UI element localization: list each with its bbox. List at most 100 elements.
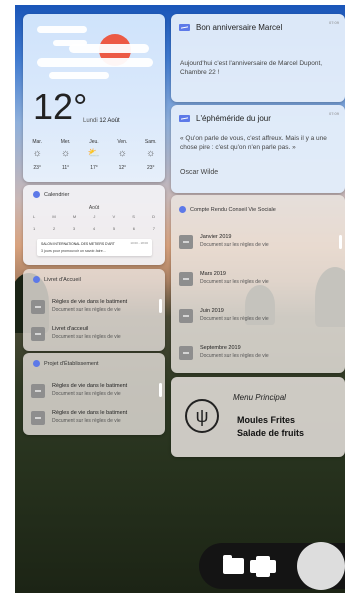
- forecast-day: Sam. ☼ 23°: [137, 139, 165, 171]
- calendar-month: Août: [88, 205, 100, 211]
- livret-accueil-widget[interactable]: Livret d'Accueil Règles de vie dans le b…: [23, 269, 165, 351]
- projet-title: Projet d'Établissement: [44, 360, 99, 367]
- document-icon: [179, 272, 193, 286]
- folder-icon: [179, 206, 186, 213]
- item-subtitle: Document sur les règles de vie: [200, 353, 269, 359]
- weekday-label: V: [112, 214, 116, 219]
- date-cell[interactable]: 6: [133, 226, 135, 231]
- item-subtitle: Document sur les règles de vie: [200, 316, 269, 322]
- weather-widget[interactable]: 12° Lundi 12 Août Mar. ☼ 23° Mer. ☼ 11° …: [23, 14, 165, 182]
- birthday-notification[interactable]: Bon anniversaire Marcel 07:09 Aujourd'hu…: [171, 14, 345, 102]
- sun-icon: ☼: [117, 148, 127, 159]
- item-title: Règles de vie dans le batiment: [52, 383, 128, 389]
- date-cell[interactable]: 7: [153, 226, 155, 231]
- mail-icon: [179, 24, 190, 31]
- calendar-event[interactable]: SALON INTERNATIONAL DES METIERS D'ART 10…: [37, 239, 152, 256]
- list-item[interactable]: Règles de vie dans le batiment Document …: [31, 408, 157, 430]
- list-item[interactable]: Règles de vie dans le batiment Document …: [31, 381, 157, 403]
- date-cell[interactable]: 4: [93, 226, 95, 231]
- folder-icon: [33, 276, 40, 283]
- document-icon: [179, 309, 193, 323]
- livret-title: Livret d'Accueil: [44, 276, 81, 283]
- weekday-label: J: [93, 214, 96, 219]
- weekday-label: M: [72, 214, 77, 219]
- calendar-header: Calendrier: [33, 191, 69, 198]
- cloud-decoration: [37, 26, 87, 33]
- livret-header: Livret d'Accueil: [33, 276, 81, 283]
- list-item[interactable]: Mars 2019 Document sur les règles de vie: [179, 269, 337, 291]
- forecast-day-name: Mer.: [60, 139, 71, 145]
- item-title: Janvier 2019: [200, 234, 232, 240]
- list-item[interactable]: Janvier 2019 Document sur les règles de …: [179, 232, 337, 254]
- current-date: Lundi 12 Août: [83, 118, 120, 124]
- forecast-temp: 11°: [61, 165, 70, 171]
- event-time: 10:00 - 18:00: [130, 241, 148, 245]
- date-cell[interactable]: 1: [33, 226, 35, 231]
- notification-title: Bon anniversaire Marcel: [196, 23, 283, 32]
- document-icon: [179, 346, 193, 360]
- menu-dessert: Salade de fruits: [237, 428, 305, 438]
- date-cell[interactable]: 2: [53, 226, 55, 231]
- document-icon: [179, 235, 193, 249]
- item-subtitle: Document sur les règles de vie: [52, 418, 121, 424]
- weekday-row: L M M J V S D: [33, 214, 155, 219]
- date-cell[interactable]: 3: [73, 226, 75, 231]
- scrollbar[interactable]: [159, 299, 162, 313]
- item-title: Septembre 2019: [200, 345, 241, 351]
- document-icon: [31, 411, 45, 425]
- document-icon: [31, 327, 45, 341]
- forecast-temp: 12°: [118, 165, 127, 171]
- app-dock: [199, 542, 345, 590]
- cloud-decoration: [69, 44, 149, 53]
- notification-title: L'éphéméride du jour: [196, 114, 271, 123]
- forecast-day-name: Sam.: [144, 139, 157, 145]
- list-item[interactable]: Septembre 2019 Document sur les règles d…: [179, 343, 337, 365]
- item-title: Mars 2019: [200, 271, 226, 277]
- event-title: SALON INTERNATIONAL DES METIERS D'ART: [41, 242, 115, 246]
- forecast-day: Mar. ☼ 23°: [23, 139, 51, 171]
- cards-icon[interactable]: [250, 556, 276, 577]
- document-icon: [31, 300, 45, 314]
- forecast-temp: 23°: [146, 165, 155, 171]
- item-subtitle: Document sur les règles de vie: [52, 307, 121, 313]
- item-subtitle: Document sur les règles de vie: [52, 334, 121, 340]
- forecast-day-name: Mar.: [32, 139, 43, 145]
- forecast-temp: 23°: [33, 165, 41, 171]
- forecast-day: Ven. ☼ 12°: [108, 139, 136, 171]
- calendar-title: Calendrier: [44, 191, 70, 198]
- quote-author: Oscar Wilde: [180, 169, 219, 176]
- scrollbar[interactable]: [339, 235, 342, 249]
- list-item[interactable]: Juin 2019 Document sur les règles de vie: [179, 306, 337, 328]
- ephemeris-notification[interactable]: L'éphéméride du jour 07:09 « Qu'on parle…: [171, 105, 345, 193]
- mail-icon: [179, 115, 190, 122]
- projet-etablissement-widget[interactable]: Projet d'Établissement Règles de vie dan…: [23, 353, 165, 435]
- projet-header: Projet d'Établissement: [33, 360, 99, 367]
- menu-widget[interactable]: ψ Menu Principal Moules Frites Salade de…: [171, 377, 345, 457]
- fork-knife-icon: ψ: [185, 399, 219, 433]
- item-title: Juin 2019: [200, 308, 224, 314]
- document-icon: [31, 384, 45, 398]
- folder-icon[interactable]: [223, 555, 244, 574]
- forecast-day-name: Jeu.: [89, 139, 99, 145]
- home-circle-button[interactable]: [297, 542, 345, 590]
- notification-header: Bon anniversaire Marcel: [179, 23, 282, 32]
- calendar-icon: [33, 191, 40, 198]
- notification-time: 07:09: [328, 111, 339, 116]
- list-item[interactable]: Livret d'acceuil Document sur les règles…: [31, 324, 157, 346]
- compte-rendu-title: Compte Rendu Conseil Vie Sociale: [190, 206, 276, 213]
- menu-title: Menu Principal: [233, 393, 286, 402]
- notification-header: L'éphéméride du jour: [179, 114, 271, 123]
- calendar-widget[interactable]: Calendrier Août L M M J V S D 1 2 3 4 5 …: [23, 185, 165, 265]
- compte-rendu-widget[interactable]: Compte Rendu Conseil Vie Sociale Janvier…: [171, 195, 345, 373]
- item-title: Livret d'acceuil: [52, 326, 89, 332]
- compte-rendu-header: Compte Rendu Conseil Vie Sociale: [179, 206, 276, 213]
- forecast-day-name: Ven.: [117, 139, 128, 145]
- list-item[interactable]: Règles de vie dans le batiment Document …: [31, 297, 157, 319]
- date-cell[interactable]: 5: [113, 226, 115, 231]
- cloud-decoration: [37, 58, 153, 67]
- sun-icon: ☼: [32, 148, 42, 159]
- item-subtitle: Document sur les règles de vie: [200, 279, 269, 285]
- item-subtitle: Document sur les règles de vie: [52, 391, 121, 397]
- scrollbar[interactable]: [159, 383, 162, 397]
- item-title: Règles de vie dans le batiment: [52, 410, 128, 416]
